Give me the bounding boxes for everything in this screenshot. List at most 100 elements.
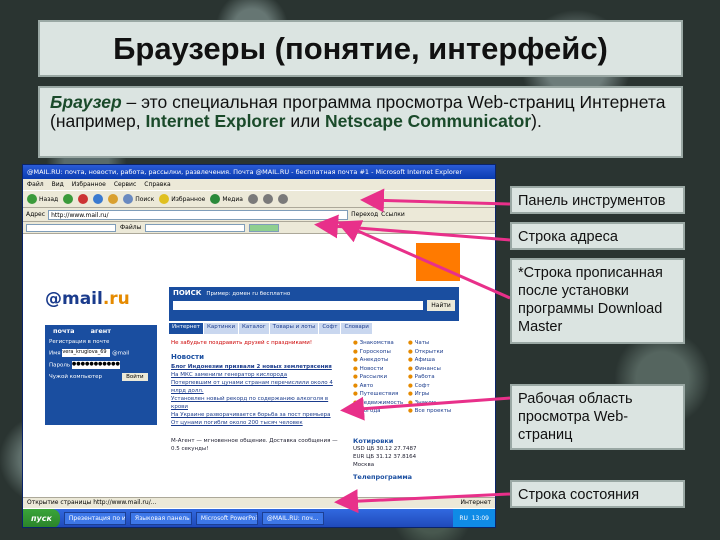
forward-arrow-icon[interactable]: [63, 194, 74, 204]
site-search-input[interactable]: [173, 301, 423, 310]
news-item[interactable]: На Украине разворачивается борьба за пос…: [171, 411, 341, 419]
news-item[interactable]: Потерпевшим от цунами странам перечислил…: [171, 379, 341, 395]
search-tab[interactable]: Словари: [341, 323, 372, 334]
quote-line: USD ЦБ 30.12 27.7487: [353, 446, 417, 452]
foreign-pc-checkbox[interactable]: Чужой компьютер: [49, 374, 102, 380]
callout-status: Строка состояния: [510, 480, 685, 508]
search-tab[interactable]: Интернет: [169, 323, 203, 334]
language-indicator[interactable]: RU: [459, 515, 468, 522]
media-button[interactable]: Медиа: [210, 194, 243, 204]
banner-ad[interactable]: [416, 243, 460, 281]
search-tab[interactable]: Товары и лоты: [269, 323, 319, 334]
taskbar-item[interactable]: @MAIL.RU: поч...: [261, 512, 324, 525]
news-column: Не забудьте поздравить друзей с праздник…: [171, 339, 341, 453]
download-master-bar: Файлы: [23, 222, 495, 234]
browser-screenshot: @MAIL.RU: почта, новости, работа, рассыл…: [22, 164, 496, 528]
category-link[interactable]: Работа: [408, 373, 463, 382]
slide-title: Браузеры (понятие, интерфейс): [38, 20, 683, 77]
go-button[interactable]: Переход: [351, 211, 378, 218]
search-tabs: Интернет Картинки Каталог Товары и лоты …: [169, 323, 459, 334]
favorites-button[interactable]: Избранное: [159, 194, 205, 204]
search-tab[interactable]: Каталог: [239, 323, 269, 334]
star-icon: [159, 194, 170, 204]
category-link[interactable]: Чаты: [408, 339, 463, 348]
address-input[interactable]: http://www.mail.ru/: [48, 209, 349, 220]
category-link[interactable]: Софт: [408, 382, 463, 391]
dm-search-field[interactable]: [26, 223, 116, 232]
register-link[interactable]: Регистрация в почте: [45, 337, 157, 347]
home-icon[interactable]: [108, 194, 119, 204]
definition-text: Браузер – это специальная программа прос…: [38, 86, 683, 158]
system-tray: RU 13:09: [453, 509, 495, 527]
start-button[interactable]: пуск: [23, 509, 60, 527]
category-link[interactable]: Гороскопы: [353, 348, 408, 357]
callout-address: Строка адреса: [510, 222, 685, 250]
news-lead[interactable]: Блог Индонезии призвали 2 новых землетря…: [171, 363, 341, 371]
promo-text[interactable]: Не забудьте поздравить друзей с праздник…: [171, 339, 341, 347]
weather-city[interactable]: Москва: [353, 461, 463, 469]
status-zone: Интернет: [460, 499, 491, 506]
dm-files-label[interactable]: Файлы: [120, 224, 141, 231]
tab-agent[interactable]: агент: [83, 325, 119, 337]
stop-icon[interactable]: [78, 194, 89, 204]
category-link[interactable]: Новости: [353, 365, 408, 374]
news-item[interactable]: Установлен новый рекорд по содержанию ал…: [171, 395, 341, 411]
history-icon[interactable]: [247, 194, 258, 204]
category-link[interactable]: Открытки: [408, 348, 463, 357]
login-name-input[interactable]: vera_kruglova_69: [62, 349, 111, 357]
category-link[interactable]: Знаком: [408, 399, 463, 408]
callout-workspace: Рабочая область просмотра Web-страниц: [510, 384, 685, 450]
agent-promo[interactable]: М-Агент — мгновенное общение. Доставка с…: [171, 437, 341, 453]
definition-term: Браузер: [50, 92, 122, 112]
category-link[interactable]: Погода: [353, 407, 408, 416]
menu-file[interactable]: Файл: [27, 181, 44, 188]
menu-help[interactable]: Справка: [144, 181, 170, 188]
search-icon: [123, 194, 134, 204]
menu-view[interactable]: Вид: [52, 181, 64, 188]
taskbar-item[interactable]: Microsoft PowerPoi...: [195, 512, 258, 525]
category-link[interactable]: Анекдоты: [353, 356, 408, 365]
browser-title-bar: @MAIL.RU: почта, новости, работа, рассыл…: [23, 165, 495, 179]
category-link[interactable]: Все проекты: [408, 407, 463, 416]
search-tab[interactable]: Софт: [319, 323, 341, 334]
dm-url-field[interactable]: [145, 223, 246, 232]
menu-tools[interactable]: Сервис: [114, 181, 136, 188]
refresh-icon[interactable]: [93, 194, 104, 204]
password-input[interactable]: ●●●●●●●●●●●: [71, 361, 120, 369]
media-icon: [210, 194, 221, 204]
search-hint[interactable]: Пример: домен ru бесплатно: [206, 291, 290, 297]
mail-icon[interactable]: [262, 194, 273, 204]
login-button[interactable]: Войти: [122, 373, 148, 381]
category-link[interactable]: Авто: [353, 382, 408, 391]
search-label: ПОИСК: [173, 289, 202, 297]
address-label: Адрес: [26, 211, 46, 218]
search-button[interactable]: Поиск: [123, 194, 154, 204]
definition-ie: Internet Explorer: [145, 111, 286, 131]
domain-select[interactable]: @mail: [112, 351, 129, 357]
category-link[interactable]: Игры: [408, 390, 463, 399]
news-item[interactable]: На МКС заменили генератор кислорода: [171, 371, 341, 379]
taskbar-item[interactable]: Языковая панель: [129, 512, 192, 525]
tv-heading[interactable]: Телепрограмма: [353, 473, 463, 481]
search-tab[interactable]: Картинки: [203, 323, 239, 334]
browser-toolbar: Назад Поиск Избранное Медиа: [23, 190, 495, 208]
category-link[interactable]: Афиша: [408, 356, 463, 365]
category-link[interactable]: Финансы: [408, 365, 463, 374]
quotes-heading: Котировки: [353, 437, 394, 445]
category-link[interactable]: Путешествия: [353, 390, 408, 399]
print-icon[interactable]: [277, 194, 288, 204]
menu-favorites[interactable]: Избранное: [72, 181, 106, 188]
category-link[interactable]: Знакомства: [353, 339, 408, 348]
links-label[interactable]: Ссылки: [381, 211, 405, 218]
definition-part-2: или: [285, 111, 325, 131]
back-button[interactable]: Назад: [27, 194, 58, 204]
back-arrow-icon: [27, 194, 37, 204]
taskbar-item[interactable]: Презентация по ин...: [63, 512, 126, 525]
site-search-button[interactable]: Найти: [427, 300, 455, 311]
tab-mail[interactable]: почта: [45, 325, 83, 337]
category-link[interactable]: Недвижимость: [353, 399, 408, 408]
callout-toolbar: Панель инструментов: [510, 186, 685, 214]
web-page-area: @mail.ru почта агент Регистрация в почте…: [23, 235, 495, 497]
category-link[interactable]: Рассылки: [353, 373, 408, 382]
news-item[interactable]: От цунами погибли около 200 тысяч челове…: [171, 419, 341, 427]
